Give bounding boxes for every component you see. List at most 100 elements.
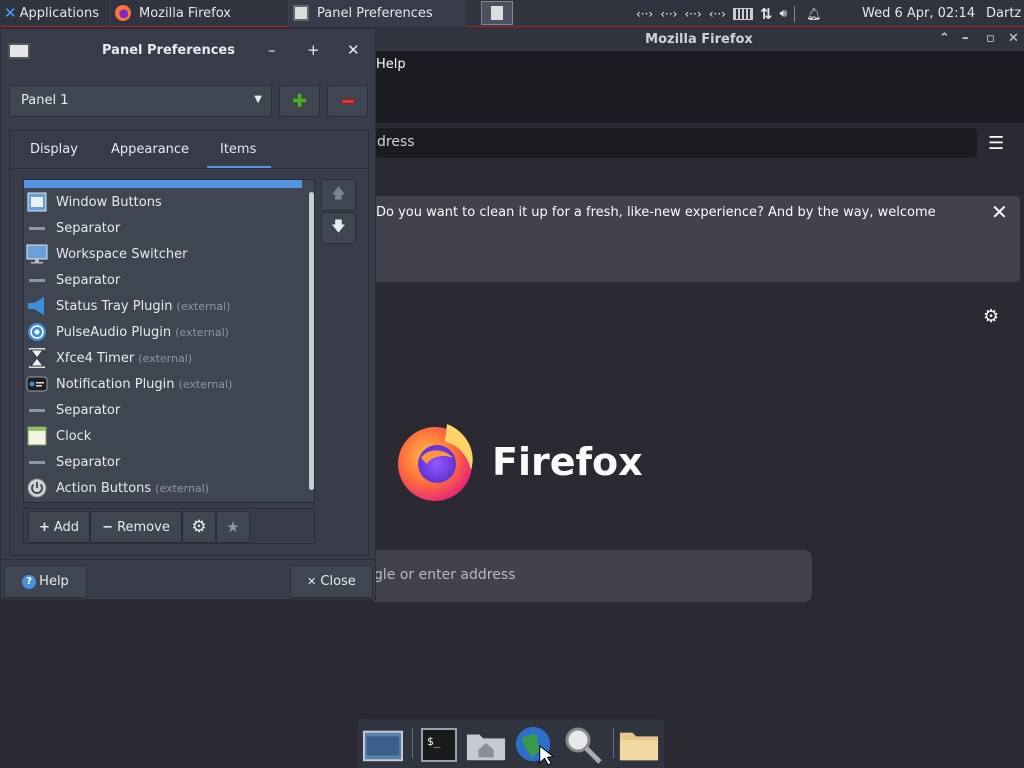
keyboard-icon[interactable] xyxy=(732,7,753,20)
remove-item-button[interactable]: − Remove xyxy=(90,511,182,543)
separator-icon xyxy=(26,269,48,291)
network-updown-icon[interactable]: ⇅ xyxy=(760,5,773,23)
add-panel-button[interactable]: ✚ xyxy=(279,85,320,117)
list-item[interactable]: Status Tray Plugin (external) xyxy=(24,293,302,319)
workspace-switcher-icon xyxy=(26,243,48,265)
search-icon[interactable] xyxy=(563,725,603,765)
url-placeholder: dress xyxy=(377,134,415,150)
item-about-button[interactable]: ★ xyxy=(216,511,250,543)
workspace-switcher[interactable] xyxy=(481,1,513,25)
remove-label: Remove xyxy=(117,519,170,535)
close-button[interactable]: ✕ Close xyxy=(290,565,373,598)
url-bar[interactable]: dress xyxy=(374,128,977,158)
folder-icon[interactable] xyxy=(619,725,659,765)
selected-row[interactable] xyxy=(24,180,302,188)
clock[interactable]: Wed 6 Apr, 02:14 xyxy=(862,6,975,21)
network-icon[interactable]: ‹··› xyxy=(709,7,726,21)
network-icon[interactable]: ‹··› xyxy=(636,7,653,21)
dialog-titlebar: Panel Preferences – + ✕ xyxy=(1,29,377,73)
minus-icon xyxy=(340,98,355,104)
item-external-tag: (external) xyxy=(155,481,210,495)
task-label: Mozilla Firefox xyxy=(139,5,231,21)
panel-preferences-dialog: Panel Preferences – + ✕ Panel 1 ▼ ✚ Disp… xyxy=(0,28,376,600)
task-firefox[interactable]: Mozilla Firefox xyxy=(110,0,288,27)
list-item[interactable]: Xfce4 Timer (external) xyxy=(24,345,302,371)
list-item[interactable]: Separator xyxy=(24,215,302,241)
list-item[interactable]: Action Buttons (external) xyxy=(24,475,302,501)
star-icon: ★ xyxy=(226,518,240,536)
close-icon[interactable]: ✕ xyxy=(1008,31,1019,46)
list-item[interactable]: Separator xyxy=(24,267,302,293)
item-external-tag: (external) xyxy=(175,325,229,339)
notice-close-icon[interactable]: ✕ xyxy=(991,200,1008,224)
panel-preferences-icon xyxy=(293,5,309,21)
move-up-button[interactable]: 🡅 xyxy=(321,179,356,211)
notification-bell-icon[interactable]: 🔔︎ xyxy=(806,7,821,21)
plus-icon: + xyxy=(38,519,50,535)
add-item-button[interactable]: + Add xyxy=(28,511,90,543)
item-preferences-button[interactable]: ⚙ xyxy=(182,511,216,543)
item-label: Action Buttons xyxy=(56,480,152,496)
minimize-icon[interactable]: – xyxy=(268,41,276,59)
list-item[interactable]: Window Buttons xyxy=(24,189,302,215)
minimize-icon[interactable]: – xyxy=(962,31,969,46)
maximize-icon[interactable]: ▫ xyxy=(986,31,995,46)
window-buttons-icon xyxy=(26,191,48,213)
show-desktop-icon[interactable] xyxy=(363,725,403,765)
panel-select-value: Panel 1 xyxy=(21,93,69,108)
network-icon[interactable]: ‹··› xyxy=(660,7,677,21)
list-item[interactable]: Workspace Switcher xyxy=(24,241,302,267)
task-label: Panel Preferences xyxy=(317,5,433,21)
item-toolbar: + Add − Remove ⚙ ★ xyxy=(23,508,315,544)
notice-text: Do you want to clean it up for a fresh, … xyxy=(376,205,936,220)
chevron-down-icon: ▼ xyxy=(254,94,262,105)
network-icon[interactable]: ‹··› xyxy=(684,7,701,21)
list-item[interactable]: PulseAudio Plugin (external) xyxy=(24,319,302,345)
panel-select[interactable]: Panel 1 ▼ xyxy=(9,85,272,117)
tab-appearance[interactable]: Appearance xyxy=(111,142,189,157)
up-icon[interactable]: ⌃ xyxy=(939,31,950,46)
dialog-title: Panel Preferences xyxy=(102,43,235,58)
applications-menu[interactable]: ✕ Applications xyxy=(0,0,110,27)
settings-gear-icon[interactable]: ⚙ xyxy=(983,306,999,327)
hamburger-menu-icon[interactable]: ☰ xyxy=(988,133,1004,154)
task-panel-preferences[interactable]: Panel Preferences xyxy=(288,0,466,27)
tab-items[interactable]: Items xyxy=(220,142,256,157)
dock-separator xyxy=(613,728,614,758)
pulseaudio-icon xyxy=(26,321,48,343)
firefox-titlebar: Mozilla Firefox ⌃ – ▫ ✕ xyxy=(374,27,1024,51)
dock-separator xyxy=(412,728,413,758)
help-icon: ? xyxy=(22,574,37,589)
home-folder-icon[interactable] xyxy=(466,725,506,765)
list-scrollbar[interactable] xyxy=(309,192,314,490)
menu-help[interactable]: Help xyxy=(376,57,406,72)
list-item[interactable]: Separator xyxy=(24,397,302,423)
minus-icon: − xyxy=(102,519,114,535)
remove-panel-button[interactable] xyxy=(327,85,368,117)
item-label: Xfce4 Timer xyxy=(56,350,135,366)
plus-icon: ✚ xyxy=(291,90,308,112)
window-title: Mozilla Firefox xyxy=(645,31,753,47)
items-list[interactable]: Window Buttons Separator Workspace Switche… xyxy=(23,179,315,503)
firefox-tabbar xyxy=(374,79,1024,123)
web-browser-icon[interactable] xyxy=(515,725,555,766)
item-label: Separator xyxy=(56,454,121,470)
volume-icon[interactable]: 🔊︎ xyxy=(780,6,788,21)
tab-display[interactable]: Display xyxy=(30,142,78,157)
move-down-button[interactable]: 🡇 xyxy=(321,212,356,244)
arrow-up-icon: 🡅 xyxy=(331,186,346,202)
firefox-logo-icon xyxy=(398,424,473,501)
home-search-field[interactable]: gle or enter address xyxy=(374,550,812,602)
close-icon[interactable]: ✕ xyxy=(347,41,360,59)
user-name[interactable]: Dartz xyxy=(986,6,1024,21)
item-label: Clock xyxy=(56,428,92,444)
terminal-icon[interactable]: $_ xyxy=(419,725,459,765)
maximize-icon[interactable]: + xyxy=(307,41,320,59)
list-item[interactable]: Separator xyxy=(24,449,302,475)
svg-text:$_: $_ xyxy=(427,735,441,748)
list-item[interactable]: Clock xyxy=(24,423,302,449)
list-item[interactable]: Notification Plugin (external) xyxy=(24,371,302,397)
item-label: Separator xyxy=(56,402,121,418)
help-button[interactable]: ? Help xyxy=(4,565,87,598)
separator-icon xyxy=(26,451,48,473)
